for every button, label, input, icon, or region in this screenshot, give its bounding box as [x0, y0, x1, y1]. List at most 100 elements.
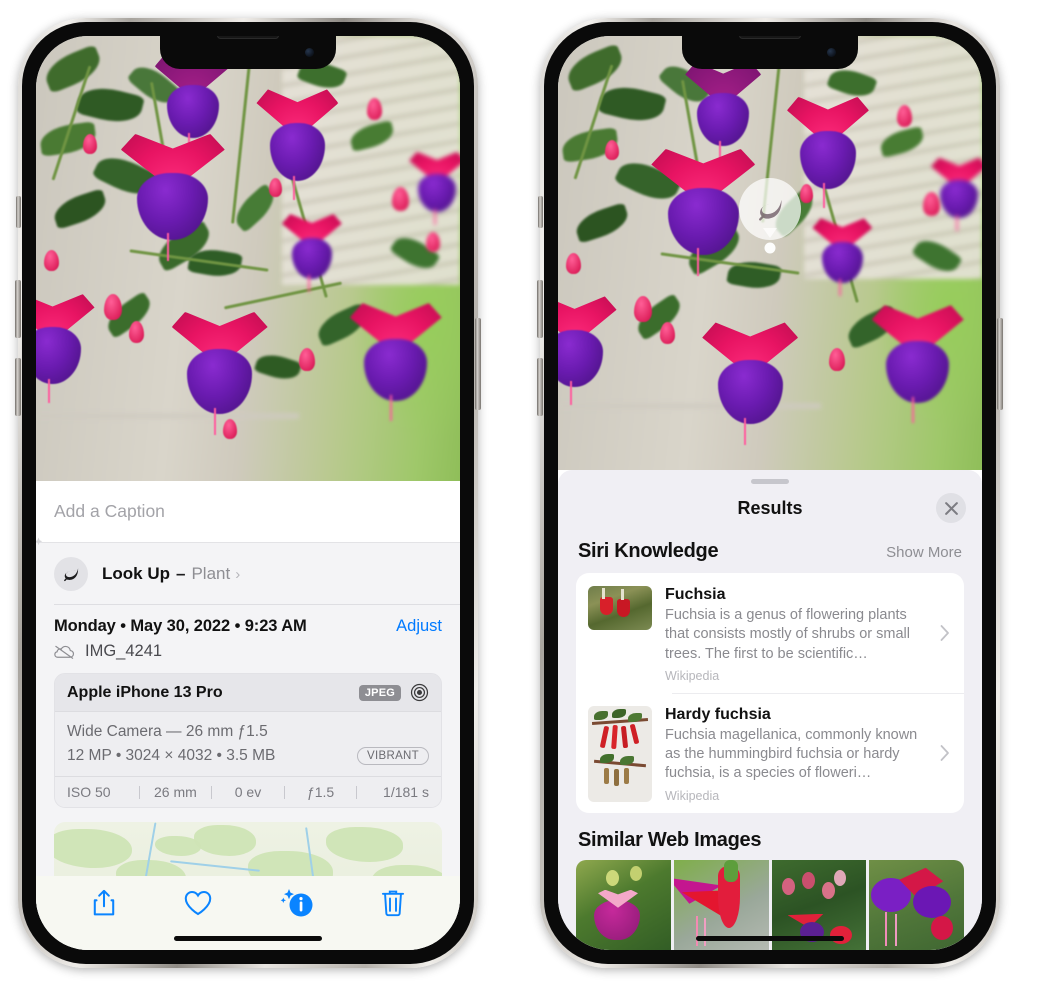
caption-field-row[interactable]: Add a Caption — [36, 481, 460, 543]
leaf-icon — [54, 557, 88, 591]
list-item[interactable]: Hardy fuchsia Fuchsia magellanica, commo… — [576, 692, 964, 813]
exif-exposure: 0 ev — [234, 784, 262, 801]
look-up-title: Look Up — [102, 564, 170, 583]
fuchsia-flower — [812, 218, 873, 297]
caption-placeholder: Add a Caption — [54, 501, 165, 521]
flower-bud — [82, 133, 97, 154]
home-indicator[interactable] — [174, 936, 322, 941]
knowledge-source: Wikipedia — [665, 788, 720, 803]
lens-info: Wide Camera — 26 mm ƒ1.5 — [67, 723, 268, 740]
photo-viewer[interactable] — [558, 36, 982, 470]
flower-bud — [922, 192, 940, 217]
flower-bud — [269, 178, 283, 198]
info-sparkle-icon[interactable] — [279, 887, 315, 919]
similar-web-images-header: Similar Web Images — [558, 813, 982, 860]
earpiece-speaker — [217, 36, 279, 39]
volume-up-button[interactable] — [15, 280, 21, 338]
front-camera-icon — [827, 48, 836, 57]
heart-icon[interactable] — [183, 889, 213, 917]
fuchsia-flower — [120, 133, 225, 262]
filename-row: IMG_4241 — [36, 640, 460, 673]
siri-knowledge-header: Siri Knowledge Show More — [558, 532, 982, 573]
exif-header: Apple iPhone 13 Pro JPEG — [55, 674, 441, 712]
screenshot-stage: Add a Caption Look Up – Plant › Monday •… — [0, 0, 1055, 985]
knowledge-title: Fuchsia — [665, 586, 726, 603]
notch — [160, 36, 336, 69]
share-icon[interactable] — [91, 888, 117, 918]
volume-up-button[interactable] — [537, 280, 543, 338]
icloud-slash-icon — [54, 644, 76, 660]
home-indicator[interactable] — [696, 936, 844, 941]
side-power-button[interactable] — [997, 318, 1003, 410]
exif-aperture: ƒ1.5 — [306, 784, 335, 801]
knowledge-title: Hardy fuchsia — [665, 705, 771, 723]
adjust-button[interactable]: Adjust — [396, 617, 442, 636]
photographic-style-badge: VIBRANT — [357, 747, 429, 766]
format-badge: JPEG — [358, 684, 401, 701]
left-screen: Add a Caption Look Up – Plant › Monday •… — [36, 36, 460, 950]
exif-focal-length: 26 mm — [153, 784, 197, 801]
fuchsia-flower — [409, 151, 460, 225]
trash-icon[interactable] — [381, 888, 405, 918]
sparkles-icon — [36, 535, 46, 555]
volume-down-button[interactable] — [537, 358, 543, 416]
right-screen: Results Siri Knowledge Show More Fuchsia… — [558, 36, 982, 950]
close-icon[interactable] — [936, 493, 966, 523]
flower-bud — [103, 294, 122, 321]
look-up-subject: Plant — [191, 564, 231, 583]
front-camera-icon — [305, 48, 314, 57]
chevron-right-icon — [940, 624, 950, 641]
leaf-badge-icon[interactable] — [737, 176, 803, 260]
flower-bud — [897, 105, 913, 128]
fuchsia-flower — [171, 311, 268, 435]
knowledge-description: Fuchsia magellanica, commonly known as t… — [665, 726, 918, 782]
show-more-button[interactable]: Show More — [886, 544, 962, 561]
phone-bezel: Add a Caption Look Up – Plant › Monday •… — [22, 22, 474, 964]
chevron-right-icon: › — [235, 565, 241, 583]
flower-bud — [659, 322, 675, 345]
fuchsia-flower — [281, 214, 342, 292]
side-power-button[interactable] — [475, 318, 481, 410]
filename: IMG_4241 — [85, 642, 163, 660]
exif-shutter: 1/181 s — [383, 784, 429, 801]
flower-bud — [392, 187, 410, 212]
right-phone: Results Siri Knowledge Show More Fuchsia… — [537, 18, 1003, 968]
siri-knowledge-card: Fuchsia Fuchsia is a genus of flowering … — [576, 573, 964, 813]
look-up-row[interactable]: Look Up – Plant › — [36, 537, 460, 605]
fuchsia-flower — [256, 89, 339, 201]
look-up-dash: – — [176, 564, 186, 583]
resolution-info: 12 MP • 3024 × 4032 • 3.5 MB — [67, 747, 276, 765]
list-item[interactable]: Fuchsia Fuchsia is a genus of flowering … — [576, 573, 964, 693]
notch — [682, 36, 858, 69]
flower-bud — [426, 231, 441, 252]
earpiece-speaker — [739, 36, 801, 39]
left-phone: Add a Caption Look Up – Plant › Monday •… — [15, 18, 481, 968]
photo-viewer[interactable] — [36, 36, 460, 481]
web-image-4[interactable] — [869, 859, 964, 950]
web-image-1[interactable] — [576, 859, 671, 950]
knowledge-description: Fuchsia is a genus of flowering plants t… — [665, 607, 910, 662]
knowledge-thumbnail — [588, 705, 652, 802]
aperture-icon[interactable] — [410, 683, 429, 702]
results-header: Results — [558, 484, 982, 532]
exif-card[interactable]: Apple iPhone 13 Pro JPEG Wide Camera — 2… — [54, 673, 442, 809]
similar-web-images-title: Similar Web Images — [578, 828, 762, 851]
results-title: Results — [737, 497, 803, 518]
exif-body: Wide Camera — 26 mm ƒ1.5 12 MP • 3024 × … — [55, 712, 441, 777]
fuchsia-flower — [871, 305, 964, 424]
fuchsia-flower — [685, 62, 762, 164]
mute-switch[interactable] — [538, 196, 543, 228]
phone-bezel: Results Siri Knowledge Show More Fuchsia… — [544, 22, 996, 964]
flower-bud — [634, 296, 653, 323]
flower-bud — [222, 418, 237, 439]
photo-detail-sheet: Add a Caption Look Up – Plant › Monday •… — [36, 481, 460, 950]
flower-bud — [298, 347, 315, 371]
camera-device: Apple iPhone 13 Pro — [67, 683, 223, 701]
knowledge-source: Wikipedia — [665, 668, 720, 683]
fuchsia-flower — [349, 303, 442, 421]
volume-down-button[interactable] — [15, 358, 21, 416]
mute-switch[interactable] — [16, 196, 21, 228]
metadata-row: Monday • May 30, 2022 • 9:23 AM Adjust — [36, 605, 460, 640]
exif-stats-row: ISO 50 26 mm 0 ev ƒ1.5 1/181 s — [55, 776, 441, 808]
flower-bud — [366, 98, 382, 121]
